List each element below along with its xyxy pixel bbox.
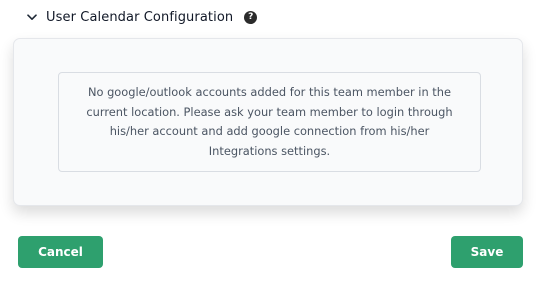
section-title: User Calendar Configuration (46, 9, 234, 25)
save-button[interactable]: Save (451, 236, 523, 268)
notice-line-4: Integrations settings. (208, 143, 331, 158)
notice-line-2: current location. Please ask your team m… (86, 104, 453, 119)
cancel-button[interactable]: Cancel (18, 236, 103, 268)
notice-text: No google/outlook accounts added for thi… (86, 83, 452, 161)
notice-line-1: No google/outlook accounts added for thi… (87, 85, 451, 99)
chevron-down-icon[interactable] (26, 11, 38, 23)
section-header-toggle[interactable]: User Calendar Configuration ? (26, 6, 258, 28)
notice-line-3: his/her account and add google connectio… (109, 124, 430, 138)
calendar-config-panel: No google/outlook accounts added for thi… (13, 38, 523, 206)
no-accounts-notice: No google/outlook accounts added for thi… (58, 72, 481, 172)
question-circle-icon[interactable]: ? (244, 10, 258, 24)
